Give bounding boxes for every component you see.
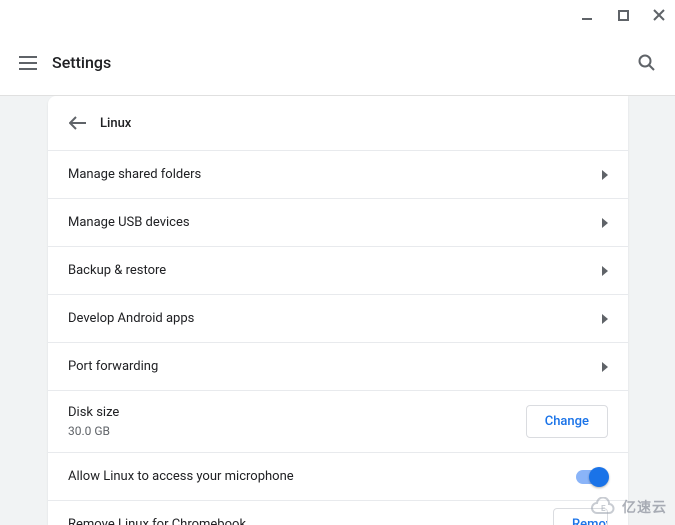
app-header: Settings	[0, 30, 675, 96]
disk-size-text: Disk size 30.0 GB	[68, 405, 119, 438]
cloud-icon: E	[590, 497, 616, 517]
watermark: E 亿速云	[590, 497, 667, 517]
toggle-knob	[589, 467, 609, 487]
window-minimize-button[interactable]	[575, 3, 599, 27]
chevron-right-icon	[602, 362, 608, 372]
row-label: Manage USB devices	[68, 215, 190, 230]
chevron-right-icon	[602, 170, 608, 180]
row-remove-linux: Remove Linux for Chromebook Remove	[48, 500, 628, 525]
disk-size-value: 30.0 GB	[68, 424, 119, 438]
section-header: Linux	[48, 96, 628, 150]
row-manage-shared-folders[interactable]: Manage shared folders	[48, 150, 628, 198]
row-manage-usb-devices[interactable]: Manage USB devices	[48, 198, 628, 246]
row-label: Backup & restore	[68, 263, 166, 278]
row-port-forwarding[interactable]: Port forwarding	[48, 342, 628, 390]
microphone-toggle[interactable]	[576, 470, 608, 484]
row-label: Port forwarding	[68, 359, 158, 374]
row-backup-restore[interactable]: Backup & restore	[48, 246, 628, 294]
close-icon	[653, 9, 665, 21]
content-area: Linux Manage shared folders Manage USB d…	[0, 96, 675, 525]
search-icon	[638, 54, 656, 72]
hamburger-icon	[19, 56, 37, 70]
chevron-right-icon	[602, 218, 608, 228]
svg-text:E: E	[601, 504, 606, 513]
settings-panel: Linux Manage shared folders Manage USB d…	[48, 96, 628, 525]
chevron-right-icon	[602, 266, 608, 276]
row-disk-size: Disk size 30.0 GB Change	[48, 390, 628, 452]
row-label: Manage shared folders	[68, 167, 201, 182]
maximize-icon	[618, 10, 629, 21]
app-title: Settings	[52, 53, 111, 72]
menu-button[interactable]	[16, 51, 40, 75]
row-label: Allow Linux to access your microphone	[68, 469, 294, 484]
back-button[interactable]	[68, 113, 88, 133]
minimize-icon	[581, 9, 593, 21]
window-close-button[interactable]	[647, 3, 671, 27]
watermark-text: 亿速云	[622, 497, 667, 517]
window-titlebar	[0, 0, 675, 30]
section-title: Linux	[100, 116, 131, 131]
change-button[interactable]: Change	[526, 405, 608, 438]
row-develop-android-apps[interactable]: Develop Android apps	[48, 294, 628, 342]
row-label: Develop Android apps	[68, 311, 194, 326]
window-maximize-button[interactable]	[611, 3, 635, 27]
row-label: Remove Linux for Chromebook	[68, 517, 246, 525]
arrow-left-icon	[69, 116, 87, 130]
disk-size-label: Disk size	[68, 405, 119, 420]
chevron-right-icon	[602, 314, 608, 324]
row-allow-microphone: Allow Linux to access your microphone	[48, 452, 628, 500]
search-button[interactable]	[635, 51, 659, 75]
